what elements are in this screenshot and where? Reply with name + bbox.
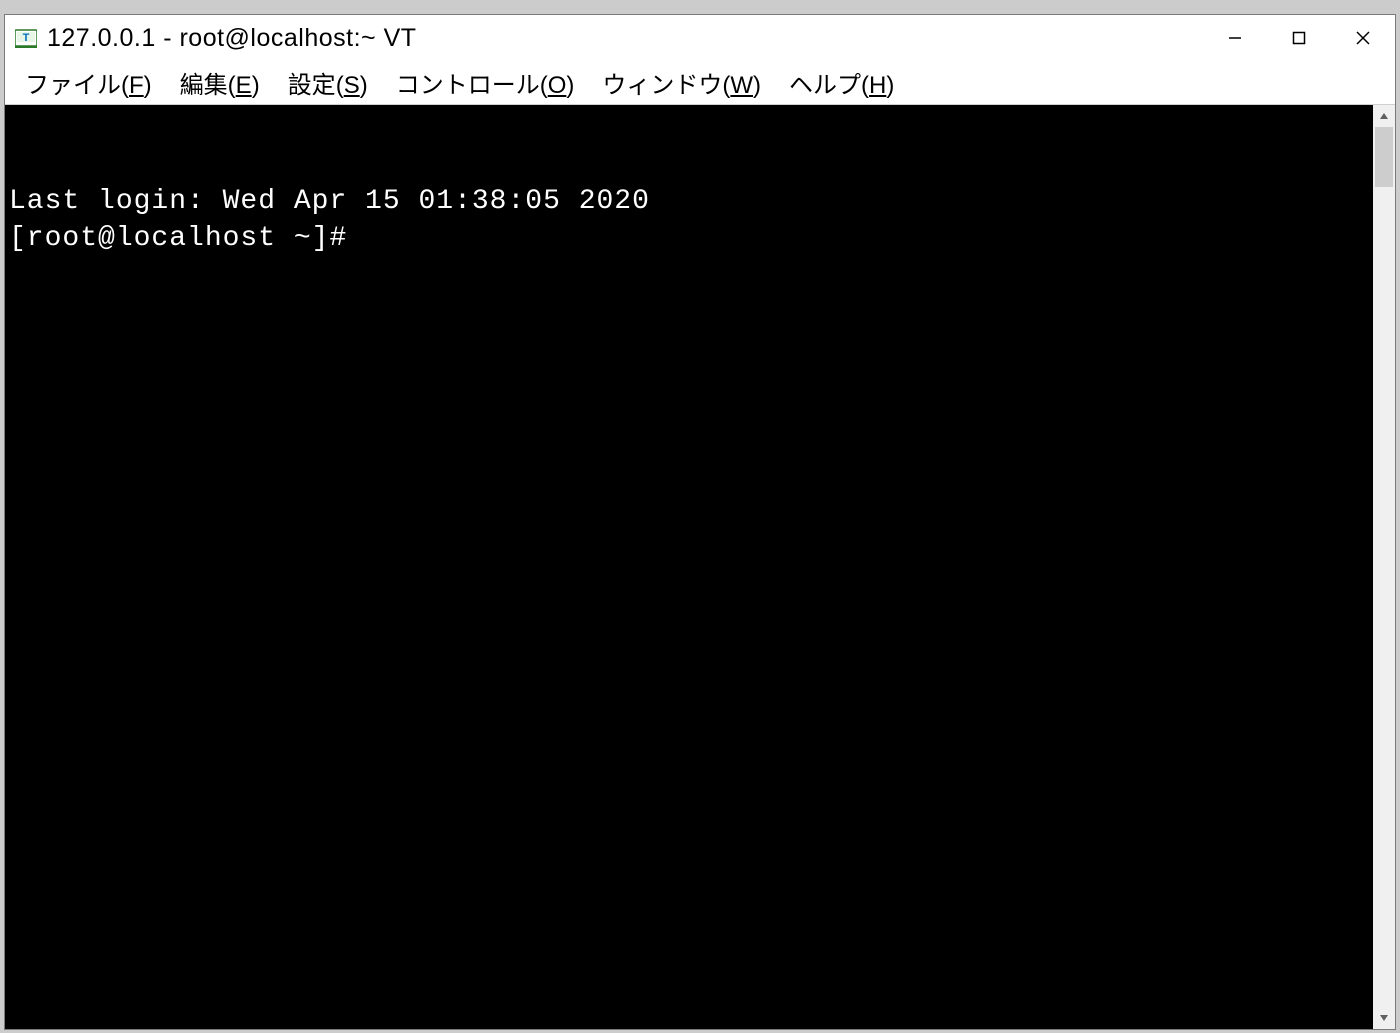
svg-text:T: T [23, 32, 30, 44]
menu-help-label: ヘルプ [789, 72, 861, 99]
terminal-line: Last login: Wed Apr 15 01:38:05 2020 [9, 183, 1369, 221]
close-button[interactable] [1331, 15, 1395, 61]
app-window: T 127.0.0.1 - root@localhost:~ VT ファイル(F… [4, 14, 1396, 1030]
menu-edit-mnemonic: E [236, 72, 252, 99]
menu-file[interactable]: ファイル(F) [11, 61, 166, 104]
window-controls [1203, 15, 1395, 61]
minimize-button[interactable] [1203, 15, 1267, 61]
maximize-button[interactable] [1267, 15, 1331, 61]
terminal-container: Last login: Wed Apr 15 01:38:05 2020[roo… [5, 105, 1395, 1029]
scroll-up-button[interactable] [1373, 105, 1395, 127]
menu-setup-mnemonic: S [344, 72, 360, 99]
vertical-scrollbar[interactable] [1373, 105, 1395, 1029]
menu-help-mnemonic: H [869, 72, 886, 99]
terminal-prompt-line: [root@localhost ~]# [9, 220, 1369, 258]
terminal[interactable]: Last login: Wed Apr 15 01:38:05 2020[roo… [5, 105, 1373, 1029]
menu-control-mnemonic: O [548, 72, 567, 99]
menu-window-mnemonic: W [730, 72, 753, 99]
menu-setup[interactable]: 設定(S) [274, 61, 382, 104]
menu-control-label: コントロール [396, 72, 540, 99]
menu-help[interactable]: ヘルプ(H) [775, 61, 908, 104]
menu-edit-label: 編集 [180, 72, 228, 99]
scroll-down-button[interactable] [1373, 1007, 1395, 1029]
window-title: 127.0.0.1 - root@localhost:~ VT [47, 24, 1203, 53]
menu-edit[interactable]: 編集(E) [166, 61, 274, 104]
app-icon: T [15, 27, 37, 49]
titlebar[interactable]: T 127.0.0.1 - root@localhost:~ VT [5, 15, 1395, 61]
scrollbar-track[interactable] [1373, 127, 1395, 1007]
menu-window[interactable]: ウィンドウ(W) [588, 61, 775, 104]
menu-file-label: ファイル [25, 72, 121, 99]
menu-file-mnemonic: F [129, 72, 144, 99]
menu-control[interactable]: コントロール(O) [382, 61, 589, 104]
menu-setup-label: 設定 [288, 72, 336, 99]
menu-window-label: ウィンドウ [602, 72, 722, 99]
menubar: ファイル(F) 編集(E) 設定(S) コントロール(O) ウィンドウ(W) ヘ… [5, 61, 1395, 105]
scrollbar-thumb[interactable] [1375, 127, 1393, 187]
